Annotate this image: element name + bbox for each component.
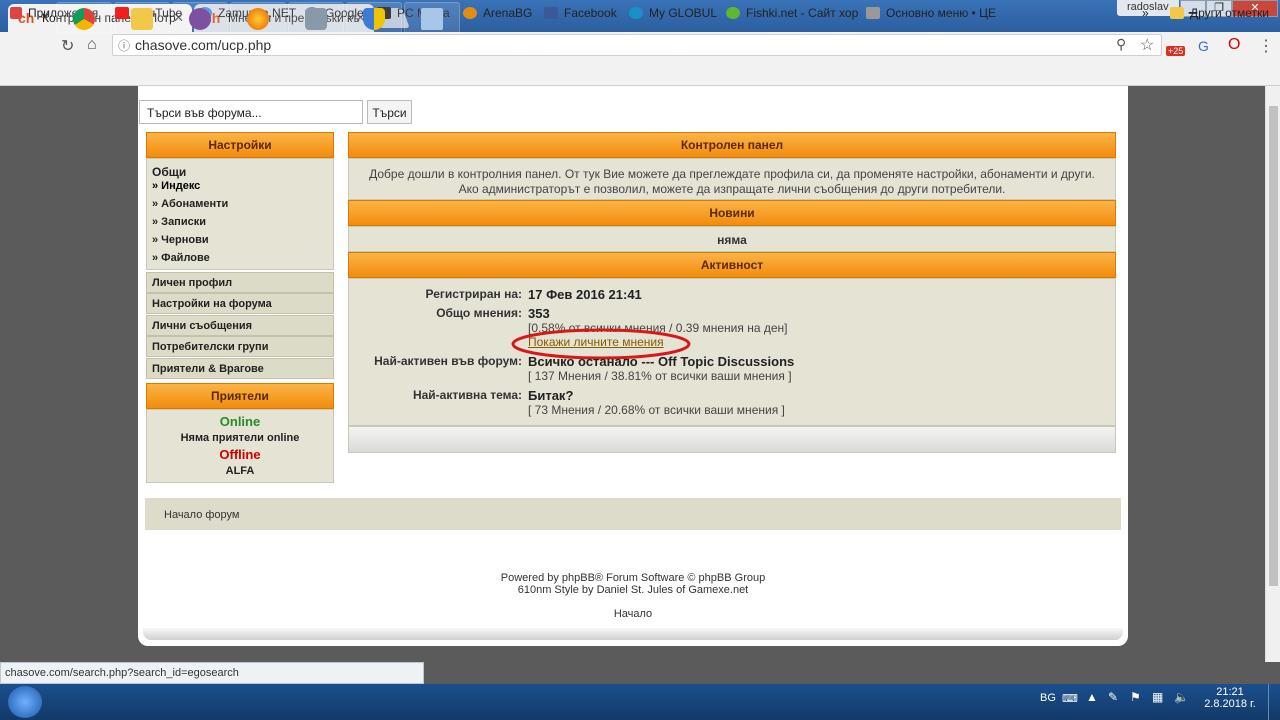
style-credit: 610nm Style by Daniel St. Jules of Gamex… bbox=[517, 584, 749, 596]
scrollbar[interactable] bbox=[1265, 86, 1280, 662]
clock-date: 2.8.2018 г. bbox=[1204, 698, 1256, 710]
security-taskbar-button[interactable] bbox=[346, 2, 402, 34]
bookmark-main-menu[interactable]: Основно меню • ЦЕ bbox=[866, 6, 996, 20]
sidebar-item-drafts[interactable]: » Чернови bbox=[152, 234, 209, 246]
news-none: няма bbox=[348, 226, 1116, 252]
language-indicator[interactable]: BG bbox=[1040, 692, 1056, 704]
wrapper-bottom bbox=[143, 628, 1123, 640]
translate-icon[interactable]: G bbox=[1198, 38, 1209, 54]
firefox-taskbar-button[interactable] bbox=[230, 2, 286, 34]
registered-label: Регистриран на: bbox=[425, 287, 522, 301]
bookmark-facebook[interactable]: Facebook bbox=[544, 6, 617, 20]
globul-icon bbox=[629, 7, 643, 19]
extension-badge[interactable]: +25 bbox=[1166, 46, 1186, 56]
sidebar-item-index[interactable]: » Индекс bbox=[152, 180, 200, 192]
active-topic-value[interactable]: Битак? bbox=[528, 388, 573, 403]
news-header: Новини bbox=[348, 200, 1116, 226]
sidebar-item-subscriptions[interactable]: » Абонаменти bbox=[152, 198, 228, 210]
search-button[interactable]: Търси bbox=[367, 100, 412, 124]
bookmarks-overflow-icon[interactable]: » bbox=[1142, 6, 1149, 20]
offline-label: Offline bbox=[219, 447, 261, 462]
powered-by: Powered by phpBB® Forum Software © phpBB… bbox=[500, 572, 766, 584]
forum-search-input[interactable]: Търси във форума... bbox=[139, 100, 363, 124]
start-button-icon[interactable] bbox=[8, 686, 42, 718]
activity-footer bbox=[348, 426, 1116, 453]
page-icon bbox=[866, 7, 880, 19]
facebook-icon bbox=[544, 7, 558, 19]
bookmark-fishki[interactable]: Fishki.net - Сайт хор bbox=[726, 6, 858, 20]
chrome-taskbar-button[interactable] bbox=[56, 2, 112, 34]
network-icon[interactable]: ▦ bbox=[1152, 690, 1163, 704]
bookmark-arenabg[interactable]: ArenaBG bbox=[463, 6, 532, 20]
bookmark-star-icon[interactable]: ☆ bbox=[1140, 35, 1154, 55]
welcome-text: Добре дошли в контролния панел. От тук В… bbox=[348, 158, 1116, 200]
zoom-icon[interactable]: ⚲ bbox=[1116, 36, 1126, 53]
active-forum-value[interactable]: Всичко останало --- Off Topic Discussion… bbox=[528, 354, 794, 369]
active-topic-note: [ 73 Мнения / 20.68% от всички ваши мнен… bbox=[528, 403, 785, 417]
arenabg-icon bbox=[463, 7, 477, 19]
viber-taskbar-button[interactable] bbox=[172, 2, 228, 34]
sidebar-item-notes[interactable]: » Записки bbox=[152, 216, 206, 228]
reload-icon[interactable]: ↻ bbox=[61, 36, 74, 56]
tray-expand-icon[interactable]: ▲ bbox=[1086, 690, 1098, 704]
activity-header: Активност bbox=[348, 252, 1116, 278]
show-desktop-button[interactable] bbox=[1268, 684, 1280, 720]
folder-icon bbox=[131, 8, 153, 30]
home-icon[interactable]: ⌂ bbox=[87, 36, 97, 54]
posts-label: Общо мнения: bbox=[436, 306, 522, 320]
sidebar-item-forum-settings[interactable]: Настройки на форума bbox=[146, 293, 334, 314]
sidebar-item-profile[interactable]: Личен профил bbox=[146, 272, 334, 293]
clock-time: 21:21 bbox=[1216, 686, 1244, 698]
folder-icon bbox=[1170, 7, 1184, 19]
offline-friend[interactable]: ALFA bbox=[146, 465, 334, 477]
joystick-taskbar-button[interactable] bbox=[288, 2, 344, 34]
posts-value: 353 bbox=[528, 306, 550, 321]
online-label: Online bbox=[219, 414, 261, 429]
opera-icon[interactable]: O bbox=[1228, 36, 1240, 54]
sidebar-item-messages[interactable]: Лични съобщения bbox=[146, 315, 334, 336]
address-bar[interactable]: ⓘ chasove.com/ucp.php bbox=[112, 34, 1162, 56]
friends-header: Приятели bbox=[146, 383, 334, 409]
sidebar-item-groups[interactable]: Потребителски групи bbox=[146, 336, 334, 357]
pen-icon[interactable]: ✎ bbox=[1108, 690, 1118, 704]
forum-home-link[interactable]: Начало форум bbox=[164, 509, 240, 521]
active-forum-note: [ 137 Мнения / 38.81% от всички ваши мне… bbox=[528, 369, 792, 383]
settings-header: Настройки bbox=[146, 132, 334, 158]
sidebar-item-files[interactable]: » Файлове bbox=[152, 252, 210, 264]
active-forum-label: Най-активен във форум: bbox=[374, 354, 522, 368]
clock[interactable]: 21:21 2.8.2018 г. bbox=[1200, 686, 1260, 710]
window-icon bbox=[421, 8, 443, 30]
scrollbar-thumb[interactable] bbox=[1269, 106, 1278, 586]
viber-icon bbox=[189, 8, 211, 30]
status-bar-url: chasove.com/search.php?search_id=egosear… bbox=[0, 662, 424, 684]
volume-icon[interactable]: 🔈 bbox=[1174, 690, 1189, 704]
fishki-icon bbox=[726, 7, 740, 19]
apps-icon bbox=[10, 7, 22, 19]
sidebar-item-friends-foes[interactable]: Приятели & Врагове bbox=[146, 358, 334, 379]
control-panel-header: Контролен панел bbox=[348, 132, 1116, 158]
chrome-icon bbox=[73, 8, 95, 30]
registered-value: 17 Фев 2016 21:41 bbox=[528, 287, 642, 302]
shield-icon bbox=[363, 8, 385, 30]
menu-icon[interactable]: ⋮ bbox=[1258, 36, 1274, 56]
window-taskbar-button[interactable] bbox=[404, 2, 460, 34]
bookmarks-bar bbox=[0, 60, 1280, 86]
keyboard-icon[interactable]: ⌨ bbox=[1062, 692, 1078, 705]
url-text: chasove.com/ucp.php bbox=[135, 37, 272, 53]
active-topic-label: Най-активна тема: bbox=[412, 388, 522, 402]
info-icon[interactable]: ⓘ bbox=[118, 37, 130, 54]
flag-icon[interactable]: ⚑ bbox=[1130, 690, 1141, 704]
home-link[interactable]: Начало bbox=[138, 608, 1128, 620]
forum-footer-bar: Начало форум bbox=[145, 498, 1121, 530]
joystick-icon bbox=[305, 8, 327, 30]
no-friends-online: Няма приятели online bbox=[180, 432, 300, 444]
firefox-icon bbox=[247, 8, 269, 30]
explorer-taskbar-button[interactable] bbox=[114, 2, 170, 34]
general-label: Общи bbox=[152, 165, 187, 179]
bookmark-other[interactable]: Други отметки bbox=[1170, 6, 1269, 20]
bookmark-globul[interactable]: My GLOBUL bbox=[629, 6, 717, 20]
